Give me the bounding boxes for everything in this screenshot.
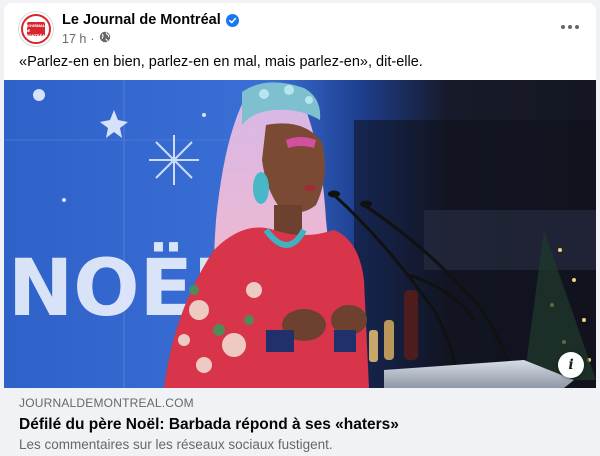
link-preview[interactable]: JOURNALDEMONTREAL.COM Défilé du père Noë… bbox=[4, 388, 596, 454]
journal-logo: LE JOURNAL DE MONTRÉAL bbox=[24, 19, 48, 38]
page-name-link[interactable]: Le Journal de Montréal bbox=[62, 12, 221, 28]
meta-separator: · bbox=[90, 31, 95, 46]
link-title[interactable]: Défilé du père Noël: Barbada répond à se… bbox=[19, 416, 581, 434]
link-description: Les commentaires sur les réseaux sociaux… bbox=[19, 437, 333, 452]
page-name-row: Le Journal de Montréal bbox=[62, 12, 239, 28]
more-dot bbox=[575, 25, 579, 29]
more-dot bbox=[568, 25, 572, 29]
post-caption: «Parlez-en en bien, parlez-en en mal, ma… bbox=[19, 54, 423, 70]
link-domain: JOURNALDEMONTREAL.COM bbox=[19, 396, 194, 410]
post-timestamp[interactable]: 17 h bbox=[62, 32, 86, 46]
avatar-ring: LE JOURNAL DE MONTRÉAL bbox=[21, 14, 51, 44]
page-avatar[interactable]: LE JOURNAL DE MONTRÉAL bbox=[18, 11, 54, 47]
post-photo[interactable]: NOËL i bbox=[4, 80, 596, 388]
post-card: LE JOURNAL DE MONTRÉAL Le Journal de Mon… bbox=[4, 3, 596, 454]
more-dot bbox=[561, 25, 565, 29]
globe-icon[interactable] bbox=[99, 31, 111, 46]
info-button[interactable]: i bbox=[558, 352, 584, 378]
logo-line-3: DE MONTRÉAL bbox=[24, 29, 48, 38]
verified-badge-icon bbox=[225, 13, 239, 27]
photo-scene: NOËL bbox=[4, 80, 596, 388]
more-options-icon[interactable] bbox=[558, 15, 582, 39]
post-header: LE JOURNAL DE MONTRÉAL Le Journal de Mon… bbox=[4, 3, 596, 51]
post-meta: 17 h · bbox=[62, 31, 111, 46]
